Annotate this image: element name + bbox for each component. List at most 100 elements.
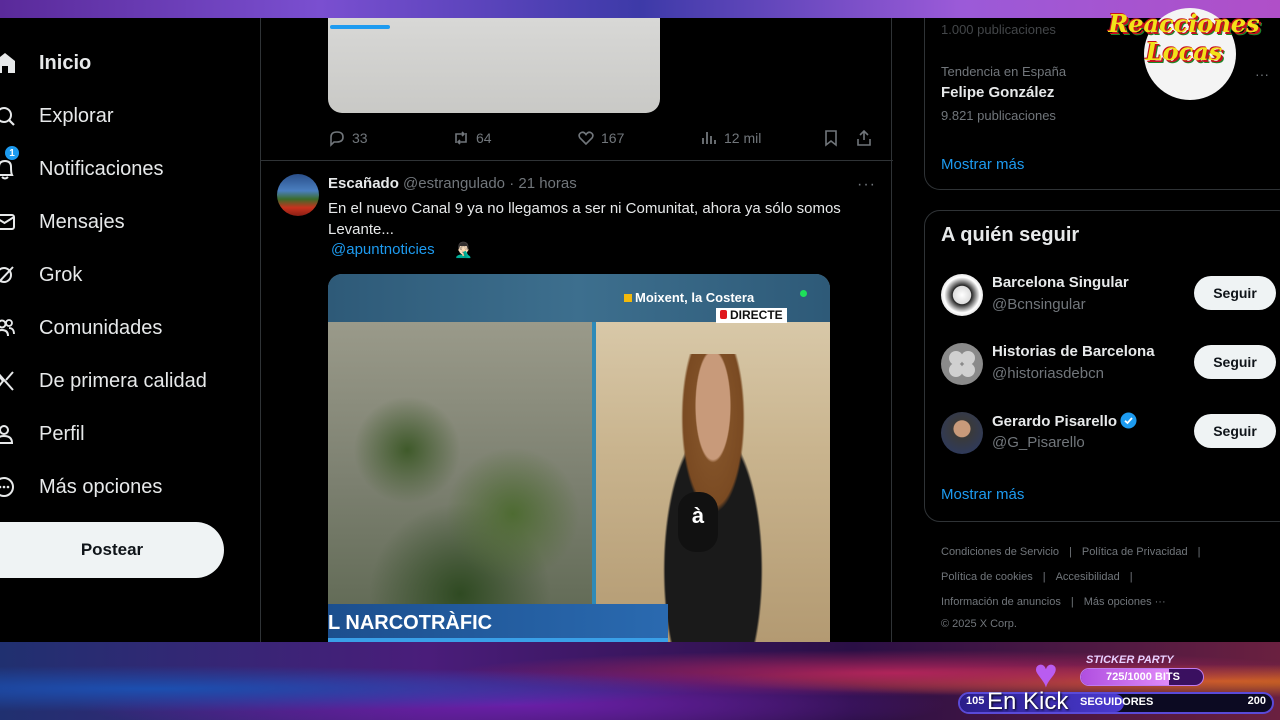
trend-context: Tendencia en España [941, 64, 1067, 79]
envelope-icon [0, 210, 16, 234]
video-location-tag: Moixent, la Costera [620, 290, 758, 308]
share-icon [857, 129, 871, 146]
like-count: 167 [601, 130, 625, 146]
footer-link-terms[interactable]: Condiciones de Servicio [941, 546, 1059, 558]
views-count: 12 mil [724, 130, 762, 146]
mention-link[interactable]: @apuntnoticies [331, 241, 435, 258]
sticker-progress-bar: 725/1000 BITS [1080, 668, 1204, 686]
author-name[interactable]: Escañado [328, 175, 399, 192]
footer-link-more[interactable]: Más opciones ··· [1084, 596, 1166, 608]
previous-tweet-media[interactable] [328, 18, 660, 113]
footer-link-accessibility[interactable]: Accesibilidad [1056, 571, 1120, 583]
avatar[interactable] [941, 412, 983, 454]
tweet-header: Escañado @estrangulado · 21 horas [328, 175, 577, 192]
followers-label: SEGUIDORES [1080, 696, 1154, 708]
retweet-count: 64 [476, 130, 492, 146]
timeline: 33 64 167 12 mil Escañado @estrangulado … [260, 18, 893, 642]
people-icon [0, 316, 16, 340]
search-icon [0, 104, 16, 128]
notification-badge: 1 [4, 145, 20, 161]
tweet-actions: 33 64 167 12 mil [328, 128, 876, 148]
followers-goal: 200 [1247, 695, 1266, 707]
flower-logo-icon [949, 351, 975, 377]
follow-button[interactable]: Seguir [1194, 345, 1276, 379]
copyright: © 2025 X Corp. [941, 618, 1017, 630]
trend-title[interactable]: Felipe González [941, 84, 1054, 101]
microphone-logo: à [678, 492, 718, 552]
tweet-time[interactable]: 21 horas [518, 175, 576, 192]
bookmark-button[interactable] [822, 128, 846, 148]
trends-show-more-link[interactable]: Mostrar más [941, 156, 1024, 173]
who-to-follow-title: A quién seguir [941, 224, 1080, 246]
footer-link-ads-info[interactable]: Información de anuncios [941, 596, 1061, 608]
follow-button[interactable]: Seguir [1194, 276, 1276, 310]
reply-count: 33 [352, 130, 368, 146]
share-button[interactable] [855, 128, 879, 148]
trend-count-faded: 1.000 publicaciones [941, 22, 1056, 37]
more-options-icon[interactable]: ··· [857, 176, 876, 194]
nav-label: Grok [39, 263, 83, 286]
nav-label: Perfil [39, 422, 85, 445]
tweet-text: En el nuevo Canal 9 ya no llegamos a ser… [328, 200, 841, 238]
more-circle-icon [0, 475, 16, 499]
author-handle[interactable]: @estrangulado [403, 175, 505, 192]
nav-label: Comunidades [39, 316, 163, 339]
tweet-video[interactable]: à Moixent, la Costera DIRECTE L NARCOTRÀ… [328, 274, 830, 642]
live-dot-icon [720, 310, 727, 319]
nav-label: Inicio [39, 51, 92, 74]
account-handle[interactable]: @historiasdebcn [992, 365, 1104, 382]
footer-link-privacy[interactable]: Política de Privacidad [1082, 546, 1188, 558]
live-tag: DIRECTE [716, 308, 787, 323]
sticker-title: STICKER PARTY [1086, 654, 1174, 666]
reply-icon [330, 131, 344, 147]
x-logo-icon [0, 369, 16, 393]
facepalm-emoji: 🤦🏻‍♂️ [454, 242, 473, 259]
like-button[interactable]: 167 [577, 128, 624, 148]
post-button[interactable]: Postear [0, 522, 224, 578]
status-dot-icon [800, 290, 807, 297]
sticker-progress-value: 725/1000 BITS [1106, 671, 1180, 683]
sticker-party-widget: ♥ STICKER PARTY 725/1000 BITS [1034, 654, 1210, 694]
nav-label: Notificaciones [39, 157, 164, 180]
bookmark-icon [825, 130, 837, 147]
nav-label: Mensajes [39, 210, 125, 233]
avatar[interactable] [941, 274, 983, 316]
account-handle[interactable]: @G_Pisarello [992, 434, 1085, 451]
retweet-button[interactable]: 64 [452, 128, 492, 148]
video-lower-third: L NARCOTRÀFIC [328, 604, 668, 642]
follow-show-more-link[interactable]: Mostrar más [941, 486, 1024, 503]
follow-suggestion[interactable]: Barcelona Singular @Bcnsingular Seguir [941, 274, 1280, 318]
account-name[interactable]: Historias de Barcelona [992, 343, 1155, 360]
person-icon [0, 422, 16, 446]
location-square-icon [624, 294, 632, 302]
follow-suggestion[interactable]: Gerardo Pisarello @G_Pisarello Seguir [941, 412, 1280, 456]
right-sidebar: 1.000 publicaciones Tendencia en España … [892, 18, 1280, 642]
logo-text: Reacciones Locas [1108, 9, 1260, 66]
kick-caption: En Kick [987, 688, 1069, 715]
nav-label: Explorar [39, 104, 114, 127]
nav-label: De primera calidad [39, 369, 207, 392]
follow-suggestion[interactable]: Historias de Barcelona @historiasdebcn S… [941, 343, 1280, 387]
footer-link-cookies[interactable]: Política de cookies [941, 571, 1033, 583]
account-handle[interactable]: @Bcnsingular [992, 296, 1086, 313]
account-name[interactable]: Barcelona Singular [992, 274, 1129, 291]
account-name[interactable]: Gerardo Pisarello [992, 412, 1137, 430]
retweet-icon [455, 131, 467, 145]
tweet-divider [261, 160, 893, 161]
followers-current: 105 [966, 695, 985, 707]
avatar[interactable] [277, 174, 319, 216]
verified-badge-icon [1120, 412, 1137, 429]
browser-viewport: Inicio Explorar 1 Notificaciones Mensaje… [0, 18, 1280, 642]
media-progress-bar [330, 25, 390, 29]
video-aerial-scene [328, 322, 592, 642]
channel-logo: Reacciones Locas [1088, 4, 1280, 100]
views-chart-icon [702, 132, 716, 144]
heart-icon [578, 131, 594, 146]
trend-count: 9.821 publicaciones [941, 108, 1056, 123]
left-navigation: Inicio Explorar 1 Notificaciones Mensaje… [0, 18, 260, 642]
avatar[interactable] [941, 343, 983, 385]
reply-button[interactable]: 33 [328, 128, 368, 148]
follow-button[interactable]: Seguir [1194, 414, 1276, 448]
views-button[interactable]: 12 mil [700, 128, 761, 148]
home-icon [0, 51, 16, 75]
